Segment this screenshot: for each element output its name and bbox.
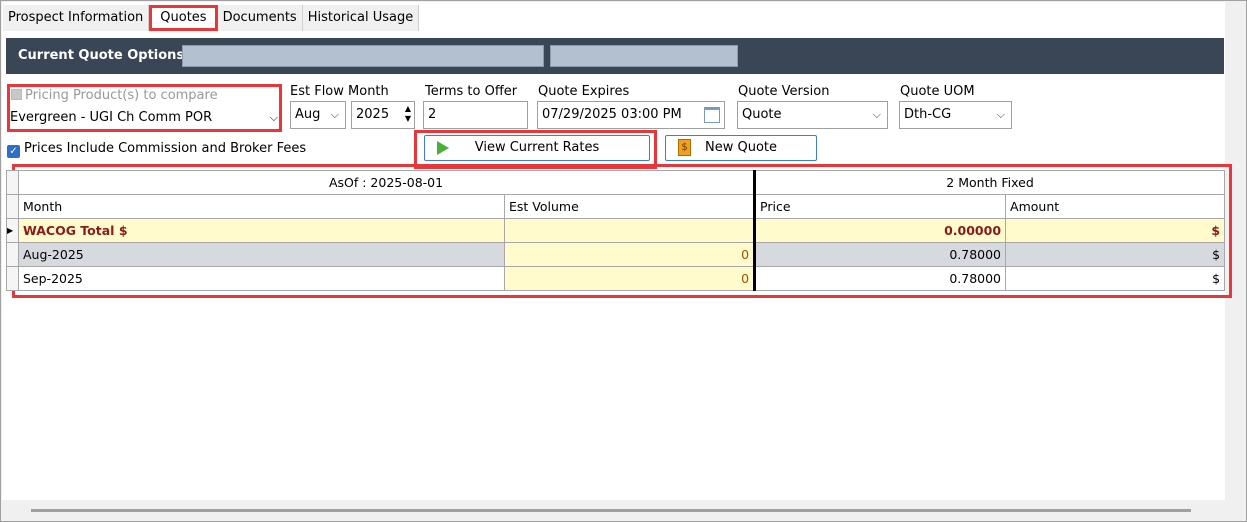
tab-prospect-information[interactable]: Prospect Information: [3, 5, 150, 31]
table-cell-month[interactable]: WACOG Total $: [18, 218, 505, 243]
row-header-cell: [6, 242, 19, 267]
new-quote-label: New Quote: [704, 140, 777, 155]
tab-strip: Prospect Information Quotes Documents Hi…: [3, 5, 420, 31]
tab-quotes[interactable]: Quotes: [149, 5, 218, 31]
quote-expires-value: 07/29/2025 03:00 PM: [542, 107, 682, 122]
redacted-field-1: [182, 45, 544, 67]
table-cell-month[interactable]: Sep-2025: [18, 266, 505, 291]
table-cell-month[interactable]: Aug-2025: [18, 242, 505, 267]
table-row[interactable]: Sep-2025 0 0.78000 $: [6, 266, 1226, 291]
window-frame: Prospect Information Quotes Documents Hi…: [0, 0, 1247, 522]
table-cell-volume[interactable]: 0: [503, 242, 757, 267]
chevron-down-icon: ⌵: [872, 108, 881, 121]
quote-version-value: Quote: [742, 107, 782, 122]
column-header-month[interactable]: Month: [18, 194, 505, 219]
table-cell-price[interactable]: 0.78000: [754, 266, 1007, 291]
column-header-est-volume[interactable]: Est Volume: [503, 194, 757, 219]
quote-version-select[interactable]: Quote ⌵: [737, 101, 888, 129]
terms-to-offer-label: Terms to Offer: [425, 84, 518, 99]
table-cell-price[interactable]: 0.00000: [754, 218, 1007, 243]
section-title: Current Quote Options: [18, 48, 185, 63]
tab-historical-usage[interactable]: Historical Usage: [302, 5, 420, 31]
chevron-down-icon: ⌵: [330, 108, 339, 121]
chevron-down-icon: ⌵: [269, 111, 278, 124]
quote-grid: AsOf : 2025-08-01 2 Month Fixed Month Es…: [6, 170, 1226, 291]
table-cell-amount[interactable]: $: [1005, 266, 1226, 291]
table-cell-volume[interactable]: [503, 218, 757, 243]
table-cell-price[interactable]: 0.78000: [754, 242, 1007, 267]
content-panel: Prospect Information Quotes Documents Hi…: [2, 2, 1232, 500]
tab-documents[interactable]: Documents: [217, 5, 303, 31]
pricing-product-select[interactable]: Evergreen - UGI Ch Comm POR ⌵: [10, 110, 280, 125]
new-quote-button[interactable]: $ New Quote: [665, 135, 817, 161]
calendar-icon[interactable]: [704, 107, 720, 123]
quote-uom-select[interactable]: Dth-CG ⌵: [899, 101, 1012, 129]
table-cell-amount[interactable]: $: [1005, 242, 1226, 267]
stepper-arrows-icon[interactable]: ▲ ▼: [405, 104, 411, 124]
column-header-amount[interactable]: Amount: [1005, 194, 1226, 219]
est-flow-month-label: Est Flow Month: [290, 84, 389, 99]
table-row[interactable]: Aug-2025 0 0.78000 $: [6, 242, 1226, 267]
horizontal-scrollbar[interactable]: [31, 509, 1191, 512]
commission-checkbox[interactable]: ✓ Prices Include Commission and Broker Fe…: [7, 141, 306, 158]
view-current-rates-label: View Current Rates: [474, 140, 600, 155]
quote-uom-value: Dth-CG: [904, 107, 952, 122]
year-value: 2025: [356, 107, 390, 122]
est-flow-year-stepper[interactable]: 2025 ▲ ▼: [351, 101, 415, 129]
quote-version-label: Quote Version: [738, 84, 830, 99]
table-cell-volume[interactable]: 0: [503, 266, 757, 291]
quote-expires-picker[interactable]: 07/29/2025 03:00 PM: [537, 101, 725, 129]
row-header-cell: [6, 170, 19, 195]
column-header-price[interactable]: Price: [754, 194, 1007, 219]
pricing-product-value: Evergreen - UGI Ch Comm POR: [10, 110, 213, 125]
quote-uom-label: Quote UOM: [900, 84, 975, 99]
commission-label: Prices Include Commission and Broker Fee…: [24, 141, 307, 156]
chevron-down-icon: ⌵: [996, 108, 1005, 121]
table-row-wacog-total[interactable]: ▶ WACOG Total $ 0.00000 $: [6, 218, 1226, 243]
pricing-product-checkbox[interactable]: Pricing Product(s) to compare: [11, 88, 218, 103]
redacted-field-2: [550, 45, 738, 67]
view-current-rates-button[interactable]: View Current Rates: [424, 135, 650, 161]
fixed-group-header: 2 Month Fixed: [754, 170, 1226, 195]
pricing-product-label: Pricing Product(s) to compare: [25, 88, 218, 103]
quote-expires-label: Quote Expires: [538, 84, 630, 99]
current-quote-options-bar: Current Quote Options: [6, 38, 1224, 74]
asof-group-header: AsOf : 2025-08-01: [17, 170, 757, 195]
checkmark-icon: ✓: [7, 145, 20, 158]
checkbox-icon: [11, 89, 22, 100]
est-flow-month-select[interactable]: Aug ⌵: [290, 101, 346, 129]
month-value: Aug: [295, 107, 321, 122]
play-icon: [437, 141, 449, 155]
row-pointer-icon: ▶: [6, 218, 19, 243]
new-document-icon: $: [678, 139, 691, 156]
row-header-cell: [6, 266, 19, 291]
row-header-cell: [6, 194, 19, 219]
grid-column-header-row: Month Est Volume Price Amount: [6, 194, 1226, 219]
terms-to-offer-input[interactable]: 2: [423, 101, 528, 129]
grid-group-header-row: AsOf : 2025-08-01 2 Month Fixed: [6, 170, 1226, 195]
table-cell-amount[interactable]: $: [1005, 218, 1226, 243]
